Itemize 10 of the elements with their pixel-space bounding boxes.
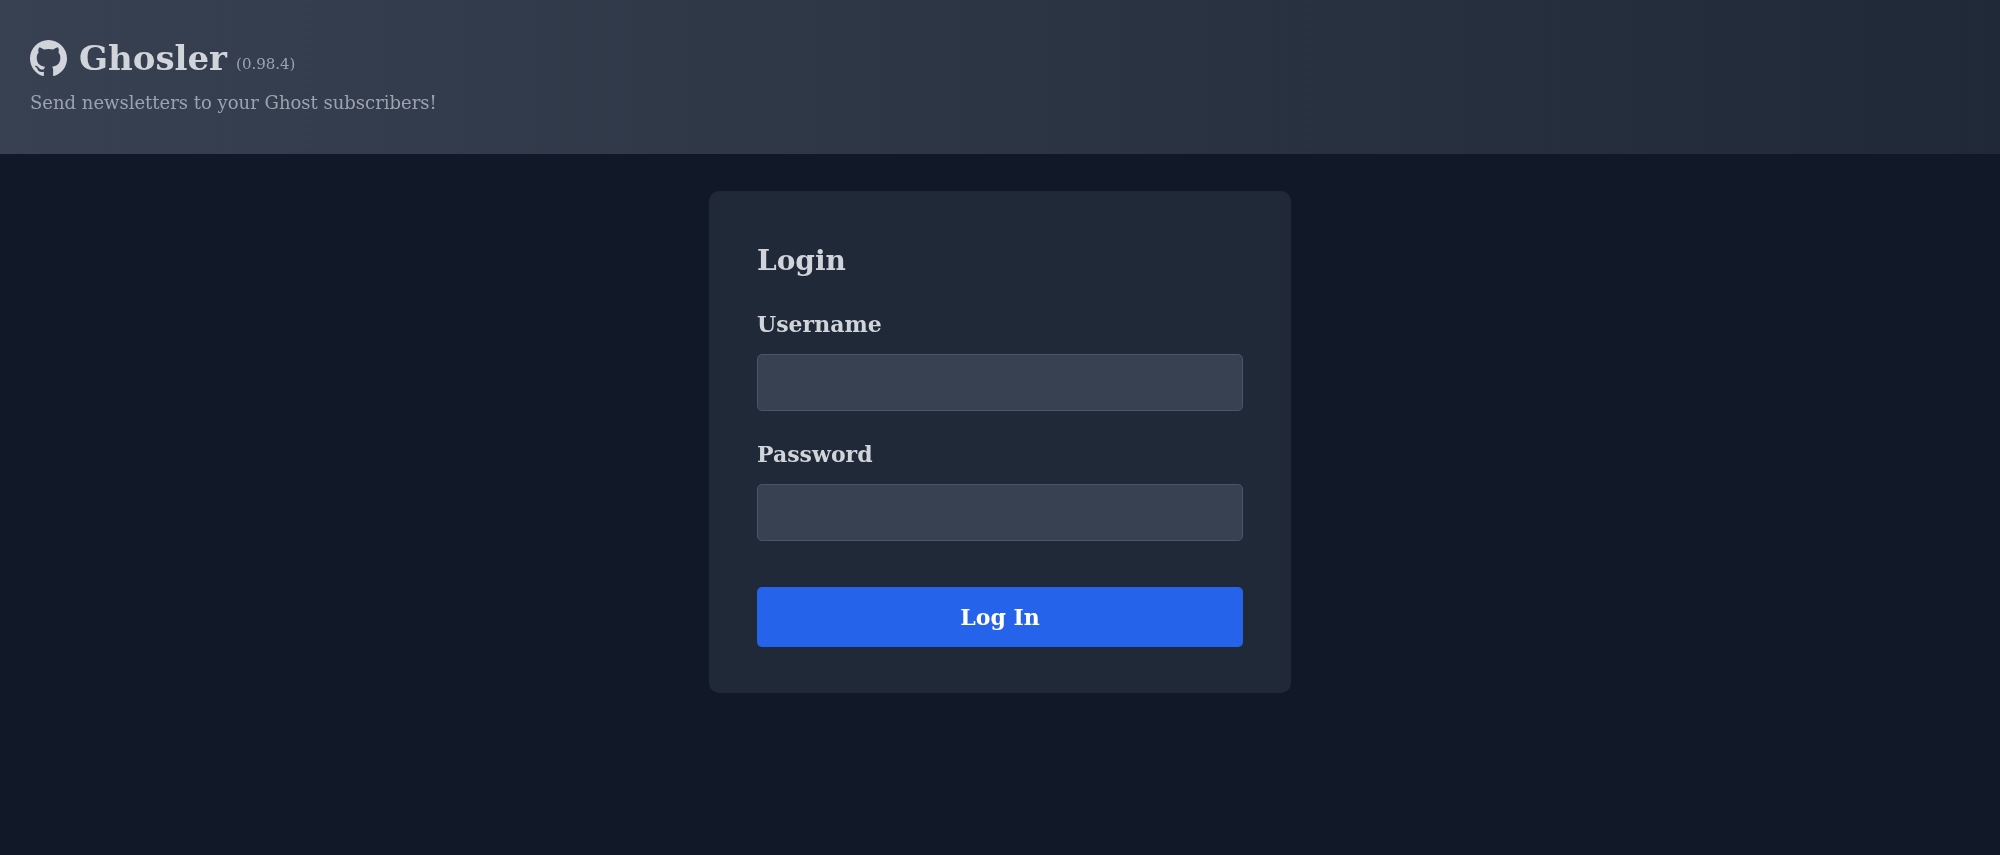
- field-label: Password: [757, 440, 873, 468]
- username-field[interactable]: [757, 354, 1243, 411]
- version-text: (0.98.4): [236, 55, 296, 73]
- field-label: Username: [757, 310, 882, 338]
- login-title: Login: [757, 243, 846, 279]
- tagline-text: Send newsletters to your Ghost subscribers!: [30, 92, 437, 113]
- cat-logo-icon: [30, 39, 67, 77]
- password-field[interactable]: [757, 484, 1243, 541]
- login-button[interactable]: Log In: [757, 587, 1243, 647]
- app-name: Ghosler: [79, 38, 228, 78]
